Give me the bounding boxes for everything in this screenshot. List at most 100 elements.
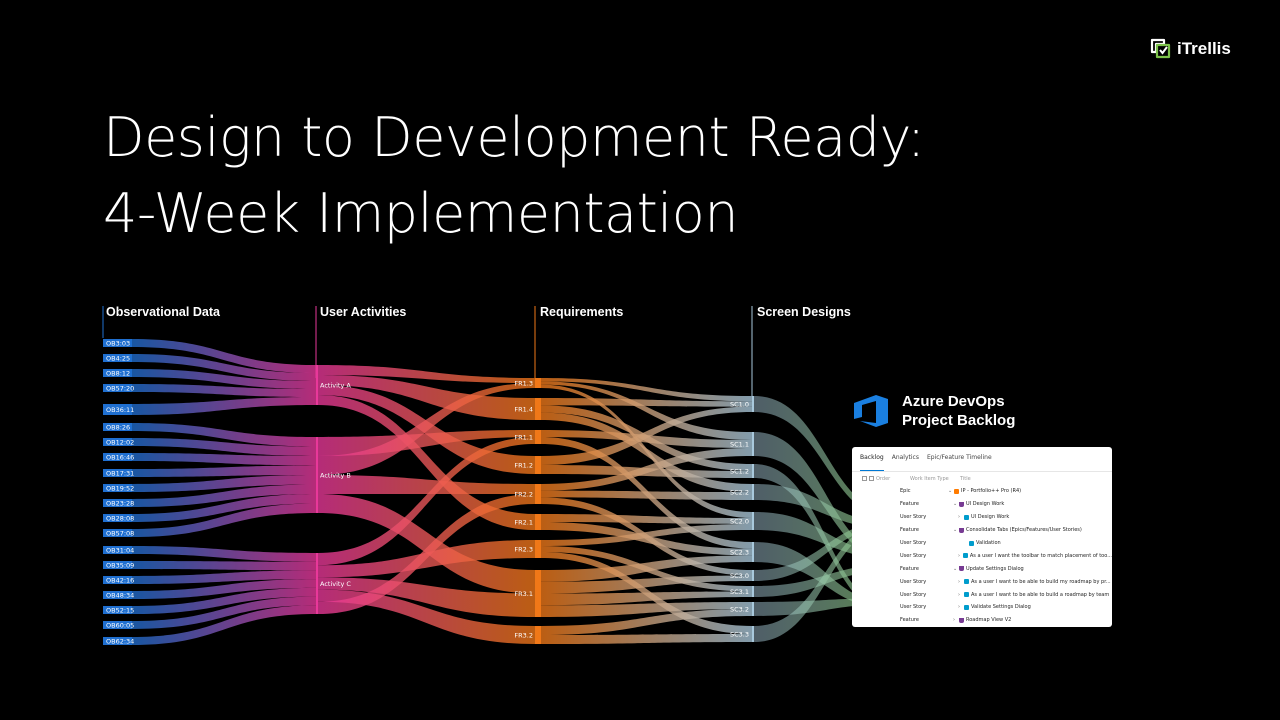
work-item-title[interactable]: Roadmap View V2 — [966, 617, 1011, 623]
backlog-tabs: Backlog Analytics Epic/Feature Timeline — [852, 447, 1112, 472]
screen-node — [752, 542, 754, 562]
expand-chevron-icon[interactable]: ⌄ — [953, 527, 957, 533]
screen-node — [752, 512, 754, 530]
backlog-row[interactable]: User Story › As a user I want the toolbar … — [852, 549, 1112, 562]
book-icon — [963, 553, 968, 559]
backlog-row[interactable]: Epic ⌄ IP - Portfolio++ Pro (R4) — [852, 485, 1112, 498]
screen-label: SC3.1 — [730, 588, 749, 596]
work-item-type: User Story — [900, 514, 927, 521]
tab-backlog[interactable]: Backlog — [860, 454, 884, 471]
backlog-row[interactable]: User Story Validation — [852, 537, 1112, 550]
work-item-title-cell: Validation — [948, 540, 1112, 546]
expand-chevron-icon[interactable]: › — [953, 617, 957, 623]
work-item-title[interactable]: UI Design Work — [971, 514, 1009, 520]
backlog-row[interactable]: User Story › Validate Settings Dialog — [852, 601, 1112, 614]
expand-chevron-icon[interactable]: › — [958, 579, 962, 585]
book-icon — [964, 604, 969, 610]
observation-label: OB48:34 — [106, 591, 134, 599]
observation-label: OB36:11 — [106, 406, 134, 414]
expand-chevron-icon[interactable]: ⌄ — [953, 501, 957, 507]
screen-label: SC1.2 — [730, 467, 749, 475]
screen-node — [752, 570, 754, 581]
work-item-type: Feature — [900, 501, 919, 508]
work-item-title[interactable]: As a user I want the toolbar to match pl… — [970, 553, 1112, 559]
work-item-title-cell: ⌄ UI Design Work — [948, 501, 1111, 507]
work-item-title-cell: › UI Design Work — [948, 514, 1112, 520]
screen-label: SC1.0 — [730, 400, 749, 408]
screen-label: SC1.1 — [730, 440, 749, 448]
expand-chevron-icon[interactable]: ⌄ — [953, 566, 957, 572]
column-header-activities: User Activities — [320, 305, 406, 319]
book-icon — [964, 514, 969, 520]
requirement-node — [535, 514, 541, 530]
column-header-screens: Screen Designs — [757, 305, 851, 319]
backlog-row[interactable]: Feature ⌄ Consolidate Tabs (Epics/Features… — [852, 524, 1112, 537]
observation-label: OB52:15 — [106, 606, 134, 614]
work-item-title[interactable]: UI Design Work — [966, 501, 1004, 507]
expand-chevron-icon[interactable]: › — [958, 553, 961, 559]
work-item-title[interactable]: Update Settings Dialog — [966, 566, 1024, 572]
observation-label: OB23:28 — [106, 499, 134, 507]
expand-chevron-icon[interactable]: › — [958, 604, 962, 610]
work-item-title[interactable]: As a user I want to be able to build my … — [971, 579, 1111, 585]
requirement-node — [535, 430, 541, 444]
azure-devops-icon — [854, 395, 888, 427]
tab-epic-feature-timeline[interactable]: Epic/Feature Timeline — [927, 454, 992, 471]
backlog-row[interactable]: Feature › Roadmap View V2 — [852, 614, 1112, 627]
observation-label: OB42:16 — [106, 576, 134, 584]
azure-devops-heading: Azure DevOps Project Backlog — [852, 392, 1015, 430]
observation-label: OB60:05 — [106, 621, 134, 629]
work-item-type: User Story — [900, 578, 927, 585]
work-item-type: User Story — [900, 540, 927, 546]
backlog-rows: Epic ⌄ IP - Portfolio++ Pro (R4) Feature ⌄ UI… — [852, 485, 1112, 627]
screen-label: SC2.2 — [730, 488, 749, 496]
work-item-type: Epic — [900, 488, 911, 495]
expand-chevron-icon[interactable]: › — [958, 514, 962, 520]
trophy-icon — [959, 566, 964, 572]
screen-label: SC3.0 — [730, 572, 749, 580]
activity-to-requirement-flows — [318, 365, 535, 644]
trophy-icon — [959, 527, 964, 533]
work-item-title[interactable]: Consolidate Tabs (Epics/Features/User St… — [966, 527, 1082, 533]
activity-label: Activity B — [320, 471, 351, 479]
work-item-title[interactable]: Validate Settings Dialog — [971, 604, 1031, 610]
column-order: Order — [876, 475, 891, 482]
requirement-label: FR3.2 — [514, 631, 533, 639]
work-item-title-cell: › As a user I want to be able to build my… — [948, 579, 1112, 585]
screen-node — [752, 432, 754, 456]
backlog-row[interactable]: User Story › As a user I want to be able t… — [852, 575, 1112, 588]
screen-label: SC3.2 — [730, 605, 749, 613]
expand-chevron-icon[interactable]: › — [958, 592, 962, 598]
requirement-label: FR2.2 — [514, 490, 533, 498]
tab-analytics[interactable]: Analytics — [892, 454, 919, 471]
backlog-row[interactable]: Feature ⌄ Update Settings Dialog — [852, 562, 1112, 575]
screen-node — [752, 586, 754, 597]
collapse-all-icon[interactable] — [869, 476, 874, 481]
work-item-type: Feature — [900, 527, 919, 534]
work-item-type: User Story — [900, 552, 927, 559]
expand-all-icon[interactable] — [862, 476, 867, 481]
backlog-panel: Backlog Analytics Epic/Feature Timeline … — [852, 447, 1112, 627]
work-item-title[interactable]: Validation — [976, 540, 1001, 546]
observation-label: OB8:26 — [106, 423, 130, 431]
book-icon — [964, 579, 969, 585]
backlog-row[interactable]: Feature ⌄ UI Design Work — [852, 498, 1112, 511]
work-item-title[interactable]: As a user I want to be able to build a r… — [971, 592, 1109, 598]
backlog-row[interactable]: User Story › UI Design Work — [852, 511, 1112, 524]
work-item-title[interactable]: IP - Portfolio++ Pro (R4) — [961, 488, 1021, 494]
observation-label: OB16:46 — [106, 453, 134, 461]
flow-observation-activity — [132, 561, 316, 571]
screen-node — [752, 484, 754, 500]
work-item-title-cell: › As a user I want the toolbar to match p… — [948, 553, 1112, 559]
requirement-label: FR1.3 — [514, 379, 533, 387]
work-item-type: User Story — [900, 591, 927, 598]
expand-chevron-icon[interactable]: ⌄ — [948, 488, 952, 494]
backlog-row[interactable]: User Story › As a user I want to be able t… — [852, 588, 1112, 601]
observation-label: OB4:25 — [106, 354, 130, 362]
work-item-title-cell: › Roadmap View V2 — [948, 617, 1111, 623]
requirement-node — [535, 398, 541, 420]
requirement-label: FR1.1 — [514, 433, 533, 441]
observation-label: OB35:09 — [106, 561, 134, 569]
observation-label: OB8:12 — [106, 369, 130, 377]
screen-node — [752, 464, 754, 478]
